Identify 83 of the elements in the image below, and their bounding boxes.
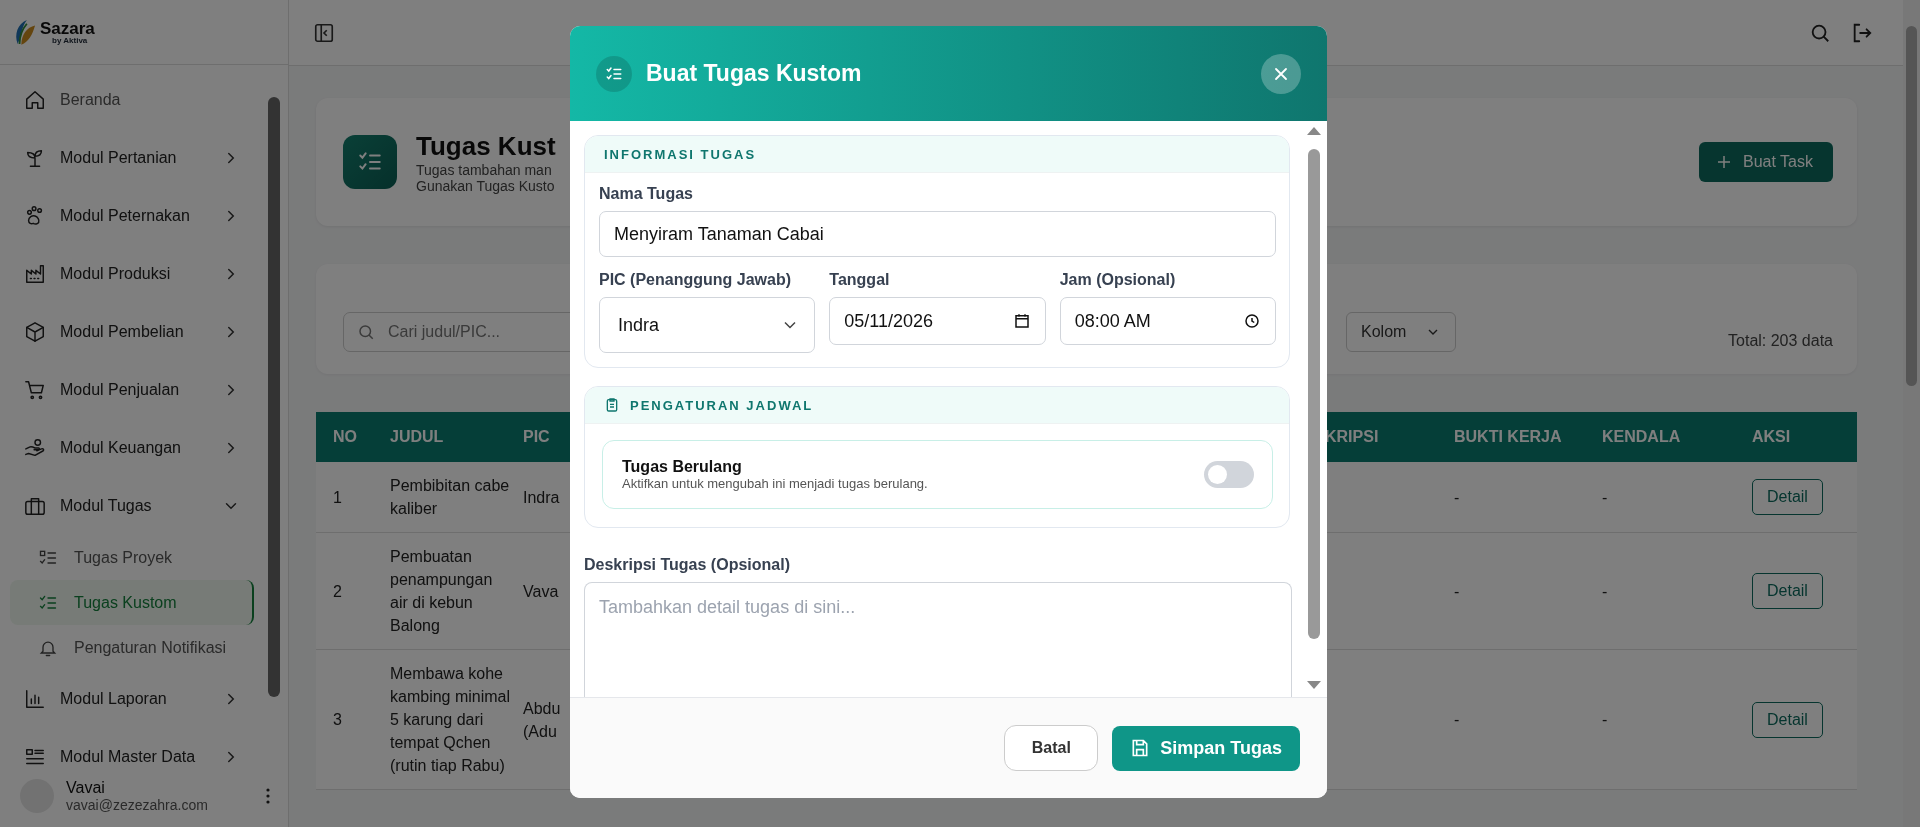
field-label: Jam (Opsional): [1059, 271, 1177, 289]
leaf-logo-icon: [14, 17, 36, 47]
hand-icon: [24, 437, 46, 459]
sidebar-item[interactable]: Beranda: [10, 71, 254, 129]
section-heading: INFORMASI TUGAS: [604, 146, 757, 162]
sidebar-item[interactable]: Modul Laporan: [10, 670, 254, 728]
user-email: vavai@zezezahra.com: [66, 797, 209, 813]
sidebar-item[interactable]: Modul Pembelian: [10, 303, 254, 361]
page-subtitle: Tugas tambahan man: [416, 161, 552, 178]
submenu-item[interactable]: Pengaturan Notifikasi: [10, 625, 254, 670]
section-heading: PENGATURAN JADWAL: [630, 397, 814, 413]
create-task-button[interactable]: Buat Task: [1699, 142, 1833, 182]
column-dropdown[interactable]: Kolom: [1346, 312, 1457, 352]
chart-icon: [24, 688, 46, 710]
date-field[interactable]: 05/11/2026: [829, 297, 1046, 345]
task-name-field[interactable]: Menyiram Tanaman Cabai: [599, 211, 1276, 257]
table-cell-text: -: [1601, 581, 1609, 602]
save-icon: [1130, 738, 1151, 758]
brand-tagline: by Aktiva: [52, 36, 89, 45]
total-count: Total: 203 data: [1728, 332, 1833, 350]
detail-button[interactable]: Detail: [1752, 701, 1823, 738]
description-field[interactable]: Tambahkan detail tugas di sini...: [584, 582, 1292, 697]
save-button[interactable]: Simpan Tugas: [1112, 725, 1300, 771]
column-header: AKSI: [1751, 428, 1792, 446]
page-title: Tugas Kust: [416, 130, 556, 162]
table-cell-text: Vava: [522, 581, 560, 602]
table-cell-text: Abdu (Adu: [522, 698, 562, 742]
table-cell-text: -: [1453, 710, 1461, 730]
sidebar-item[interactable]: Modul Pertanian: [10, 129, 254, 187]
table-cell-text: 2: [332, 581, 343, 602]
cancel-button[interactable]: Batal: [1004, 725, 1099, 771]
sidebar-item[interactable]: Modul Keuangan: [10, 419, 254, 477]
column-header: KENDALA: [1601, 428, 1682, 446]
submenu-item[interactable]: Tugas Proyek: [10, 535, 254, 580]
cart-icon: [24, 379, 46, 401]
column-header: PIC: [522, 428, 551, 446]
user-name: Vavai: [66, 779, 106, 797]
clock-icon: [1243, 312, 1261, 330]
table-cell-text: Pembibitan cabe kaliber: [389, 476, 511, 519]
submenu-item[interactable]: Tugas Kustom: [10, 580, 254, 625]
table-cell-text: 1: [332, 487, 343, 508]
table-cell-text: 3: [332, 710, 343, 730]
sidebar-item[interactable]: Modul Penjualan: [10, 361, 254, 419]
table-cell-text: Pembuatan penampungan air di kebun Balong: [389, 547, 494, 636]
checklist-icon: [596, 55, 632, 92]
option-title: Tugas Berulang: [622, 458, 743, 476]
logout-icon[interactable]: [1851, 21, 1873, 44]
page-subtitle: Gunakan Tugas Kusto: [416, 177, 555, 194]
field-label: Nama Tugas: [599, 185, 694, 203]
table-cell-text: -: [1453, 581, 1461, 602]
option-hint: Aktifkan untuk mengubah ini menjadi tugas berulang.: [622, 476, 929, 491]
brand-name: Sazara: [40, 19, 95, 37]
column-header: NO: [332, 428, 358, 446]
home-icon: [24, 89, 46, 111]
checklist-icon: [343, 135, 397, 189]
close-button[interactable]: [1261, 53, 1301, 94]
dialog-title: Buat Tugas Kustom: [646, 60, 863, 87]
table-cell-text: -: [1453, 487, 1461, 508]
field-label: Deskripsi Tugas (Opsional): [584, 556, 791, 574]
calendar-icon: [1012, 312, 1031, 330]
sidebar-item[interactable]: Modul Produksi: [10, 245, 254, 303]
column-header: BUKTI KERJA: [1453, 428, 1563, 446]
briefcase-icon: [24, 495, 46, 517]
pic-select[interactable]: Indra: [599, 297, 816, 353]
sidebar-toggle-icon[interactable]: [313, 21, 335, 44]
column-header: KRIPSI: [1325, 428, 1380, 446]
toggle-switch[interactable]: [1204, 461, 1254, 488]
field-label: Tanggal: [829, 271, 891, 289]
column-header: JUDUL: [389, 428, 445, 446]
time-field[interactable]: 08:00 AM: [1059, 297, 1276, 345]
table-cell-text: Membawa kohe kambing minimal 5 karung dari tempat Qchen (rutin tiap Rabu): [389, 664, 512, 776]
clipboard-icon: [604, 397, 620, 413]
sidebar-item[interactable]: Modul Tugas: [10, 477, 254, 535]
field-label: PIC (Penanggung Jawab): [599, 271, 792, 289]
more-icon[interactable]: [266, 788, 270, 804]
table-cell-text: -: [1601, 710, 1609, 730]
factory-icon: [24, 263, 46, 285]
table-cell-text: Indra: [522, 487, 561, 508]
box-icon: [24, 321, 46, 343]
detail-button[interactable]: Detail: [1752, 479, 1823, 515]
sidebar-item[interactable]: Modul Peternakan: [10, 187, 254, 245]
detail-button[interactable]: Detail: [1752, 573, 1823, 609]
table-cell-text: -: [1601, 487, 1609, 508]
